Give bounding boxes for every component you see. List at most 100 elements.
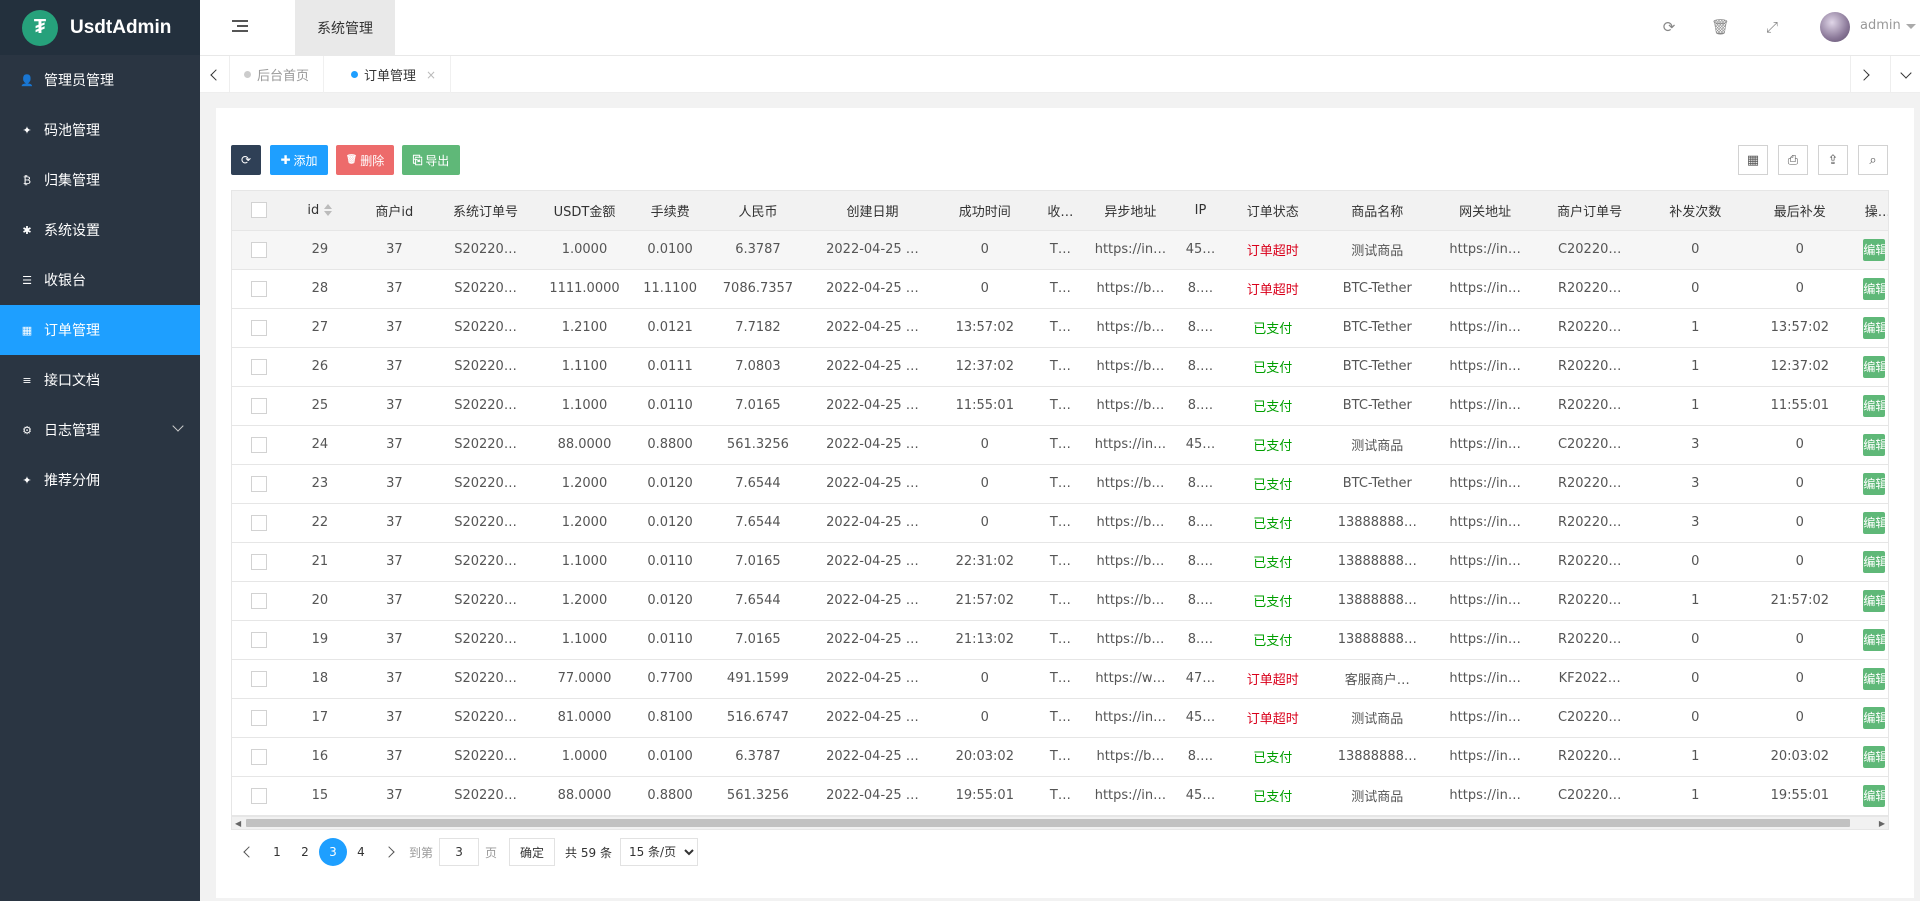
table-row[interactable]: 2537S20220…1.10000.01107.01652022-04-25 …	[232, 386, 1889, 425]
sort-icon[interactable]	[324, 204, 332, 216]
scrollbar-thumb[interactable]	[246, 819, 1850, 827]
delete-button[interactable]: 🗑 删除	[336, 145, 394, 175]
edit-button[interactable]: 编辑	[1863, 356, 1885, 378]
table-row[interactable]: 2337S20220…1.20000.01207.65442022-04-25 …	[232, 464, 1889, 503]
menu-toggle-icon[interactable]	[232, 20, 248, 34]
row-checkbox[interactable]	[251, 398, 267, 414]
tabs-scroll-right-button[interactable]	[1850, 56, 1880, 93]
horizontal-scrollbar[interactable]: ◀ ▶	[231, 817, 1889, 830]
cell-value: 0.0120	[647, 476, 693, 491]
header-tab-system[interactable]: 系统管理	[295, 0, 395, 56]
next-page-button[interactable]	[375, 838, 403, 866]
export-button[interactable]: ⎘ 导出	[402, 145, 460, 175]
page-number-1[interactable]: 1	[263, 838, 291, 866]
row-checkbox[interactable]	[251, 242, 267, 258]
page-number-3[interactable]: 3	[319, 838, 347, 866]
table-row[interactable]: 2637S20220…1.11000.01117.08032022-04-25 …	[232, 347, 1889, 386]
edit-button[interactable]: 编辑	[1863, 512, 1885, 534]
edit-button[interactable]: 编辑	[1863, 434, 1885, 456]
print-icon[interactable]: ⎙	[1778, 145, 1808, 175]
tabs-scroll-left-button[interactable]	[200, 56, 230, 93]
row-checkbox[interactable]	[251, 632, 267, 648]
export-icon[interactable]: ⇪	[1818, 145, 1848, 175]
fullscreen-icon[interactable]: ⤢	[1763, 18, 1781, 36]
row-checkbox[interactable]	[251, 788, 267, 804]
sidebar-item-3[interactable]: ✱系统设置	[0, 205, 200, 255]
sidebar-item-5[interactable]: ▦订单管理	[0, 305, 200, 355]
row-checkbox[interactable]	[251, 320, 267, 336]
table-row[interactable]: 2037S20220…1.20000.01207.65442022-04-25 …	[232, 581, 1889, 620]
table-row[interactable]: 2437S20220…88.00000.8800561.32562022-04-…	[232, 425, 1889, 464]
edit-button[interactable]: 编辑	[1863, 239, 1885, 261]
app-logo[interactable]: ₮ UsdtAdmin	[0, 0, 200, 55]
row-checkbox[interactable]	[251, 515, 267, 531]
table-row[interactable]: 2137S20220…1.10000.01107.01652022-04-25 …	[232, 542, 1889, 581]
edit-button[interactable]: 编辑	[1863, 746, 1885, 768]
table-row[interactable]: 2837S20220…1111.000011.11007086.73572022…	[232, 269, 1889, 308]
edit-button[interactable]: 编辑	[1863, 785, 1885, 807]
sidebar-item-7[interactable]: ⚙日志管理	[0, 405, 200, 455]
row-checkbox[interactable]	[251, 593, 267, 609]
table-row[interactable]: 2237S20220…1.20000.01207.65442022-04-25 …	[232, 503, 1889, 542]
edit-button[interactable]: 编辑	[1863, 317, 1885, 339]
caret-down-icon[interactable]	[1906, 24, 1916, 29]
page-number-2[interactable]: 2	[291, 838, 319, 866]
table-row[interactable]: 2937S20220…1.00000.01006.37872022-04-25 …	[232, 230, 1889, 269]
close-icon[interactable]: ×	[426, 68, 436, 82]
cell-value: 1.1000	[562, 554, 608, 569]
page-number-4[interactable]: 4	[347, 838, 375, 866]
goto-confirm-button[interactable]: 确定	[509, 838, 555, 866]
scroll-left-arrow-icon[interactable]: ◀	[235, 819, 241, 828]
edit-button[interactable]: 编辑	[1863, 590, 1885, 612]
row-checkbox[interactable]	[251, 359, 267, 375]
table-cell: https://in…	[1437, 230, 1533, 269]
row-checkbox[interactable]	[251, 437, 267, 453]
edit-button[interactable]: 编辑	[1863, 668, 1885, 690]
row-checkbox[interactable]	[251, 554, 267, 570]
table-cell: 1	[1646, 776, 1744, 815]
edit-button[interactable]: 编辑	[1863, 629, 1885, 651]
goto-page-input[interactable]	[439, 838, 479, 866]
row-checkbox[interactable]	[251, 749, 267, 765]
row-checkbox[interactable]	[251, 710, 267, 726]
row-checkbox[interactable]	[251, 671, 267, 687]
row-checkbox[interactable]	[251, 476, 267, 492]
row-checkbox[interactable]	[251, 281, 267, 297]
tabs-menu-button[interactable]	[1890, 56, 1920, 93]
sidebar-item-0[interactable]: 👤管理员管理	[0, 55, 200, 105]
add-button[interactable]: ✚ 添加	[270, 145, 328, 175]
tab-home[interactable]: 后台首页	[230, 56, 324, 93]
edit-button[interactable]: 编辑	[1863, 395, 1885, 417]
user-name[interactable]: admin	[1860, 18, 1901, 33]
select-all-checkbox[interactable]	[251, 202, 267, 218]
columns-icon[interactable]: ▦	[1738, 145, 1768, 175]
sidebar-item-8[interactable]: ✦推荐分佣	[0, 455, 200, 505]
scroll-right-arrow-icon[interactable]: ▶	[1879, 819, 1885, 828]
refresh-button[interactable]: ⟳	[231, 145, 261, 175]
tab-order-management[interactable]: 订单管理 ×	[337, 56, 451, 93]
edit-button[interactable]: 编辑	[1863, 707, 1885, 729]
avatar[interactable]	[1820, 12, 1850, 42]
page-size-select[interactable]: 15 条/页	[620, 838, 698, 866]
column-header[interactable]: id	[285, 191, 354, 230]
table-row[interactable]: 1637S20220…1.00000.01006.37872022-04-25 …	[232, 737, 1889, 776]
table-row[interactable]: 2737S20220…1.21000.01217.71822022-04-25 …	[232, 308, 1889, 347]
table-row[interactable]: 1837S20220…77.00000.7700491.15992022-04-…	[232, 659, 1889, 698]
table-row[interactable]: 1537S20220…88.00000.8800561.32562022-04-…	[232, 776, 1889, 815]
sidebar-item-2[interactable]: ₿归集管理	[0, 155, 200, 205]
sidebar-item-4[interactable]: ☰收银台	[0, 255, 200, 305]
edit-button[interactable]: 编辑	[1863, 473, 1885, 495]
select-all-header[interactable]	[232, 191, 285, 230]
prev-page-button[interactable]	[235, 838, 263, 866]
refresh-icon[interactable]: ⟳	[1660, 18, 1678, 36]
search-icon[interactable]: ⌕	[1858, 145, 1888, 175]
table-row[interactable]: 1737S20220…81.00000.8100516.67472022-04-…	[232, 698, 1889, 737]
edit-button[interactable]: 编辑	[1863, 551, 1885, 573]
edit-button[interactable]: 编辑	[1863, 278, 1885, 300]
sidebar-item-6[interactable]: ≡接口文档	[0, 355, 200, 405]
table-row[interactable]: 1937S20220…1.10000.01107.01652022-04-25 …	[232, 620, 1889, 659]
cell-value: https://in…	[1095, 788, 1166, 803]
clear-cache-icon[interactable]: 🗑	[1711, 18, 1729, 36]
sidebar-item-1[interactable]: ✦码池管理	[0, 105, 200, 155]
cell-value: R20220…	[1558, 632, 1621, 647]
